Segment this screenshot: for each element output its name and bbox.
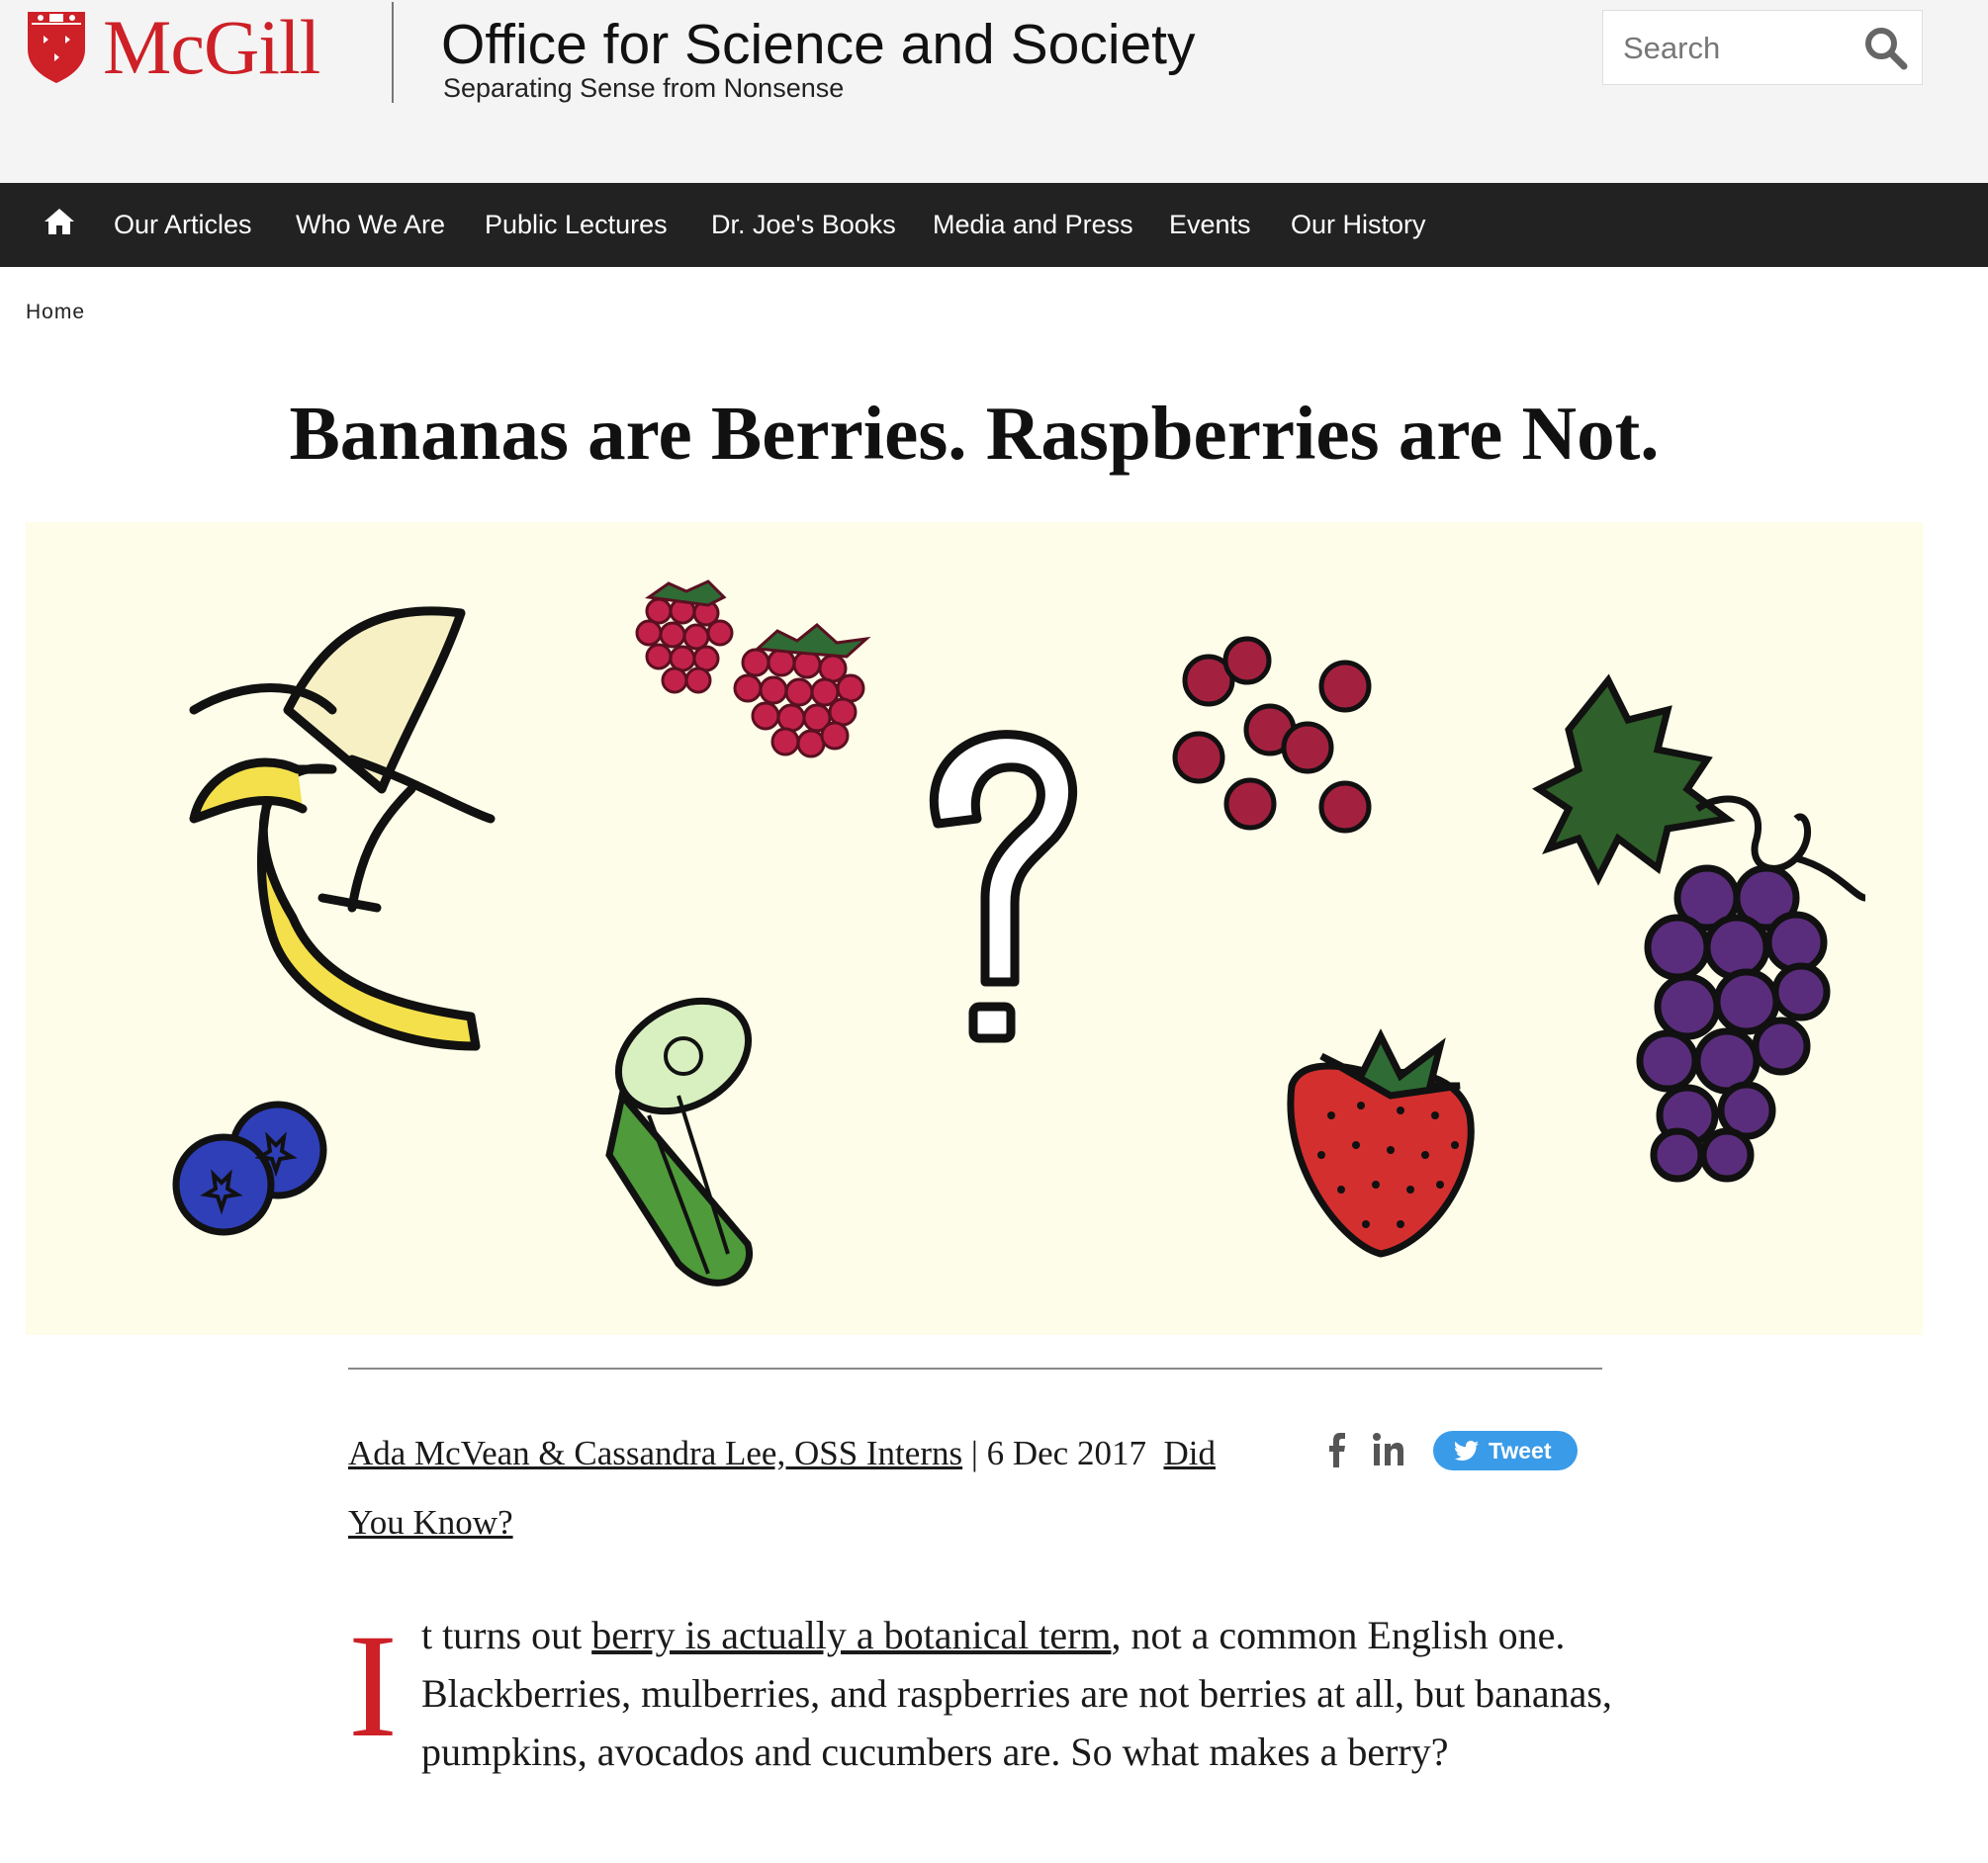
mcgill-crest-icon <box>28 12 85 83</box>
header-divider <box>392 2 394 103</box>
hero-illustration <box>26 522 1923 1335</box>
site-header: McGill Office for Science and Society Se… <box>0 0 1988 183</box>
blueberries-icon <box>172 1101 327 1236</box>
nav-events[interactable]: Events <box>1169 207 1251 242</box>
tweet-button[interactable]: Tweet <box>1433 1431 1578 1470</box>
article-divider <box>348 1368 1602 1370</box>
strawberry-icon <box>1287 1028 1475 1258</box>
twitter-bird-icon <box>1455 1441 1479 1461</box>
breadcrumb-home[interactable]: Home <box>26 301 85 324</box>
page-title: Bananas are Berries. Raspberries are Not… <box>289 391 1660 476</box>
date-separator: | <box>962 1434 987 1472</box>
mcgill-logo-text[interactable]: McGill <box>103 0 320 97</box>
article-intro: It turns out berry is actually a botanic… <box>348 1606 1614 1781</box>
publish-date: 6 Dec 2017 <box>986 1434 1146 1472</box>
nav-our-history[interactable]: Our History <box>1291 207 1426 242</box>
nav-dr-joes-books[interactable]: Dr. Joe's Books <box>711 207 896 242</box>
nav-public-lectures[interactable]: Public Lectures <box>485 207 668 242</box>
banana-icon <box>189 606 496 1051</box>
botanical-term-link[interactable]: berry is actually a botanical term <box>591 1613 1111 1657</box>
grapes-icon <box>1532 673 1866 1183</box>
facebook-icon[interactable] <box>1321 1428 1351 1471</box>
nav-our-articles[interactable]: Our Articles <box>114 207 252 242</box>
cranberries-icon <box>1172 636 1372 834</box>
nav-media-and-press[interactable]: Media and Press <box>933 207 1133 242</box>
linkedin-icon[interactable] <box>1371 1428 1404 1471</box>
author-link[interactable]: Ada McVean & Cassandra Lee, OSS Interns <box>348 1434 962 1472</box>
search-input[interactable] <box>1621 25 1852 72</box>
dropcap: I <box>348 1604 398 1768</box>
site-subtitle: Separating Sense from Nonsense <box>443 73 845 103</box>
nav-who-we-are[interactable]: Who We Are <box>296 207 445 242</box>
raspberry-icon <box>635 579 871 758</box>
tweet-label: Tweet <box>1489 1438 1552 1464</box>
cucumber-icon <box>605 997 753 1286</box>
search-box <box>1602 10 1923 85</box>
article-meta: Ada McVean & Cassandra Lee, OSS Interns … <box>348 1419 1238 1557</box>
main-nav: Our Articles Who We Are Public Lectures … <box>0 183 1988 267</box>
intro-text-start: t turns out <box>420 1613 592 1657</box>
question-mark-icon <box>929 730 1078 1043</box>
site-title[interactable]: Office for Science and Society <box>441 10 1196 79</box>
search-icon[interactable] <box>1862 25 1910 72</box>
home-icon[interactable] <box>44 207 75 236</box>
